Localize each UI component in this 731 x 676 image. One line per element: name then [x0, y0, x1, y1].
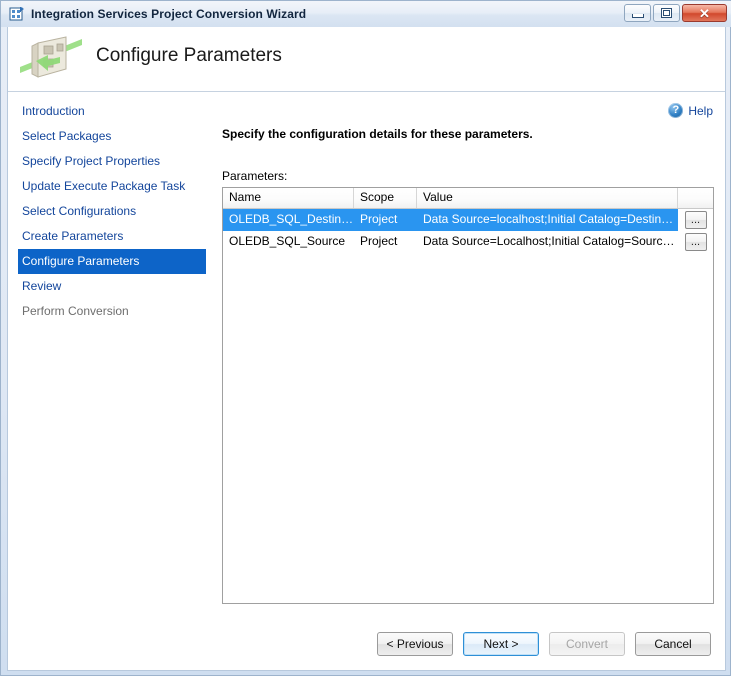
sidebar-item-introduction[interactable]: Introduction: [8, 99, 213, 124]
cell-parameter-scope: Project: [354, 209, 417, 231]
help-link[interactable]: ? Help: [668, 103, 713, 118]
minimize-icon: [631, 13, 644, 18]
ssis-package-icon: [9, 6, 25, 22]
sidebar-item-review[interactable]: Review: [8, 274, 213, 299]
cell-browse-action: ...: [678, 209, 713, 231]
column-header-actions: [678, 188, 713, 208]
sidebar-item-create-parameters[interactable]: Create Parameters: [8, 224, 213, 249]
help-icon: ?: [668, 103, 684, 118]
browse-button[interactable]: ...: [684, 233, 707, 251]
window-title: Integration Services Project Conversion …: [31, 7, 307, 21]
sidebar-item-select-packages[interactable]: Select Packages: [8, 124, 213, 149]
next-button[interactable]: Next >: [463, 632, 539, 656]
column-header-value[interactable]: Value: [417, 188, 678, 208]
sidebar-item-specify-project-properties[interactable]: Specify Project Properties: [8, 149, 213, 174]
cell-parameter-name: OLEDB_SQL_Source: [223, 231, 354, 253]
page-banner: Configure Parameters: [8, 27, 725, 92]
column-header-name[interactable]: Name: [223, 188, 354, 208]
close-icon: ✕: [699, 5, 710, 21]
restore-button[interactable]: [653, 4, 680, 22]
parameters-label: Parameters:: [222, 169, 288, 183]
wizard-steps-sidebar: Introduction Select Packages Specify Pro…: [8, 99, 213, 324]
cell-parameter-scope: Project: [354, 231, 417, 253]
column-header-scope[interactable]: Scope: [354, 188, 417, 208]
conversion-wizard-icon: [18, 33, 84, 87]
parameters-grid: Name Scope Value OLEDB_SQL_Destination P…: [222, 187, 714, 604]
wizard-window: Integration Services Project Conversion …: [0, 0, 731, 676]
cell-parameter-value[interactable]: Data Source=localhost;Initial Catalog=De…: [417, 209, 678, 231]
cancel-button[interactable]: Cancel: [635, 632, 711, 656]
close-button[interactable]: ✕: [682, 4, 727, 22]
main-heading: Specify the configuration details for th…: [222, 127, 533, 141]
sidebar-item-update-execute-package-task[interactable]: Update Execute Package Task: [8, 174, 213, 199]
page-title: Configure Parameters: [96, 45, 282, 66]
wizard-footer: < Previous Next > Convert Cancel: [377, 632, 711, 656]
banner-separator: [8, 91, 725, 92]
convert-button: Convert: [549, 632, 625, 656]
browse-button[interactable]: ...: [684, 211, 707, 229]
main-content: Specify the configuration details for th…: [222, 127, 714, 604]
title-bar: Integration Services Project Conversion …: [1, 1, 731, 27]
restore-icon: [661, 8, 672, 18]
sidebar-item-configure-parameters[interactable]: Configure Parameters: [18, 249, 206, 274]
minimize-button[interactable]: [624, 4, 651, 22]
previous-button[interactable]: < Previous: [377, 632, 453, 656]
sidebar-item-perform-conversion: Perform Conversion: [22, 304, 129, 318]
client-area: Configure Parameters ? Help Introduction…: [7, 27, 726, 671]
cell-browse-action: ...: [678, 231, 713, 253]
sidebar-item-select-configurations[interactable]: Select Configurations: [8, 199, 213, 224]
table-row[interactable]: OLEDB_SQL_Destination Project Data Sourc…: [223, 209, 713, 231]
table-row[interactable]: OLEDB_SQL_Source Project Data Source=Loc…: [223, 231, 713, 253]
grid-header-row: Name Scope Value: [223, 188, 713, 209]
cell-parameter-value[interactable]: Data Source=Localhost;Initial Catalog=So…: [417, 231, 678, 253]
help-label: Help: [688, 103, 713, 118]
cell-parameter-name: OLEDB_SQL_Destination: [223, 209, 354, 231]
window-controls: ✕: [624, 4, 727, 22]
